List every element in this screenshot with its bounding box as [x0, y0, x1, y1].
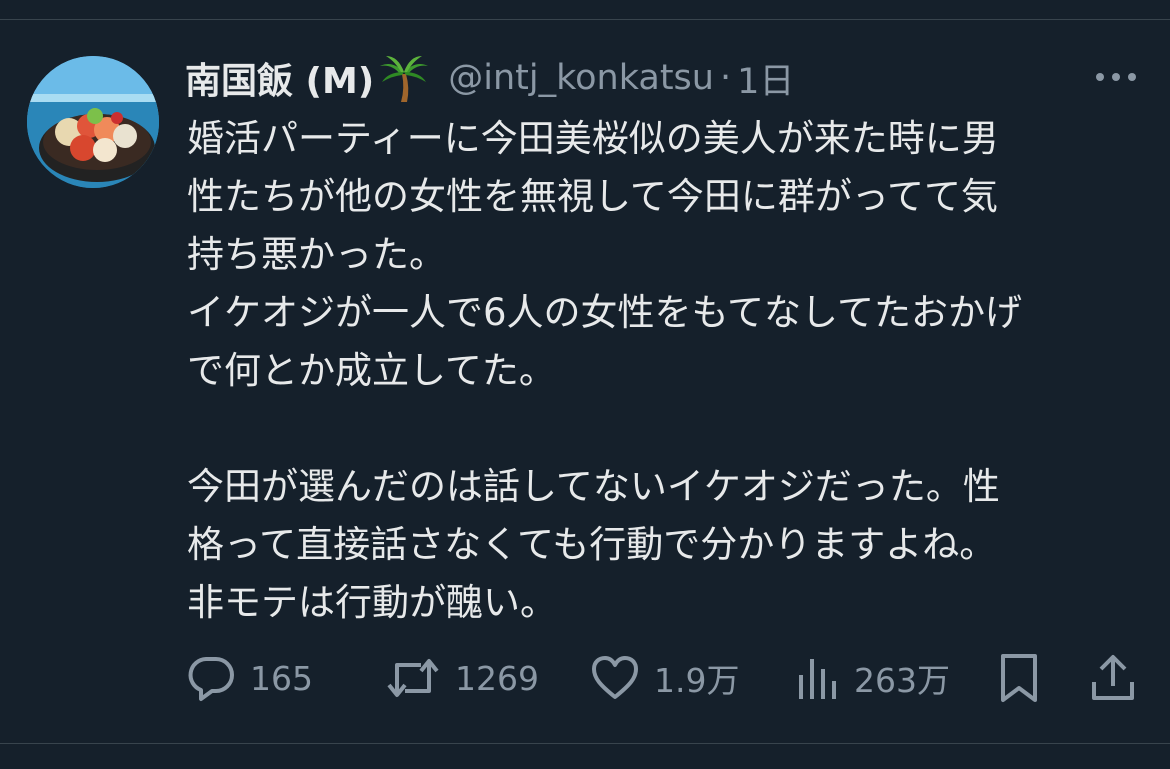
tweet-timestamp[interactable]: 1日	[737, 53, 794, 104]
more-dots-icon[interactable]	[1090, 60, 1142, 94]
author-handle[interactable]: @intj_konkatsu	[448, 58, 714, 98]
palm-tree-icon	[378, 52, 430, 104]
view-count: 263万	[854, 661, 950, 700]
tweet-line: 今田が選んだのは話してないイケオジだった。性	[187, 465, 1000, 508]
retweet-count: 1269	[455, 658, 539, 698]
bottom-divider	[0, 743, 1170, 744]
tweet-header: 南国飯 (M) @intj_konkatsu · 1日	[185, 52, 794, 104]
views-chart-icon	[799, 659, 836, 699]
tweet-line: 婚活パーティーに今田美桜似の美人が来た時に男	[187, 117, 999, 160]
tweet-action-bar: 165 1269 1.9万 263万	[0, 648, 1170, 708]
tweet-line: 非モテは行動が醜い。	[187, 581, 557, 624]
reply-icon	[188, 657, 234, 701]
top-divider	[0, 19, 1170, 20]
tweet-body: 婚活パーティーに今田美桜似の美人が来た時に男 性たちが他の女性を無視して今田に群…	[187, 110, 1147, 632]
bookmark-icon	[1001, 654, 1037, 702]
heart-icon	[592, 656, 638, 699]
avatar[interactable]	[27, 56, 159, 188]
retweet-icon	[387, 659, 439, 697]
tweet-line: 格って直接話さなくても行動で分かりますよね。	[187, 523, 997, 566]
retweet-button[interactable]: 1269	[385, 648, 539, 708]
header-separator: ·	[719, 58, 732, 98]
like-count: 1.9万	[654, 661, 740, 700]
author-display-name[interactable]: 南国飯 (M)	[185, 52, 374, 104]
reply-count: 165	[250, 658, 313, 698]
avatar-food-bowl-image	[27, 56, 159, 188]
reply-button[interactable]: 165	[186, 648, 313, 708]
share-button[interactable]	[1090, 648, 1136, 708]
bookmark-button[interactable]	[998, 648, 1040, 708]
tweet-line: 性たちが他の女性を無視して今田に群がってて気	[187, 175, 999, 218]
like-button[interactable]: 1.9万	[590, 648, 739, 708]
share-icon	[1092, 655, 1134, 700]
tweet-line: イケオジが一人で6人の女性をもてなしてたおかげ	[187, 291, 1022, 334]
tweet-line: 持ち悪かった。	[187, 233, 446, 276]
tweet-line: で何とか成立してた。	[187, 349, 556, 392]
views-button[interactable]: 263万	[796, 648, 950, 708]
